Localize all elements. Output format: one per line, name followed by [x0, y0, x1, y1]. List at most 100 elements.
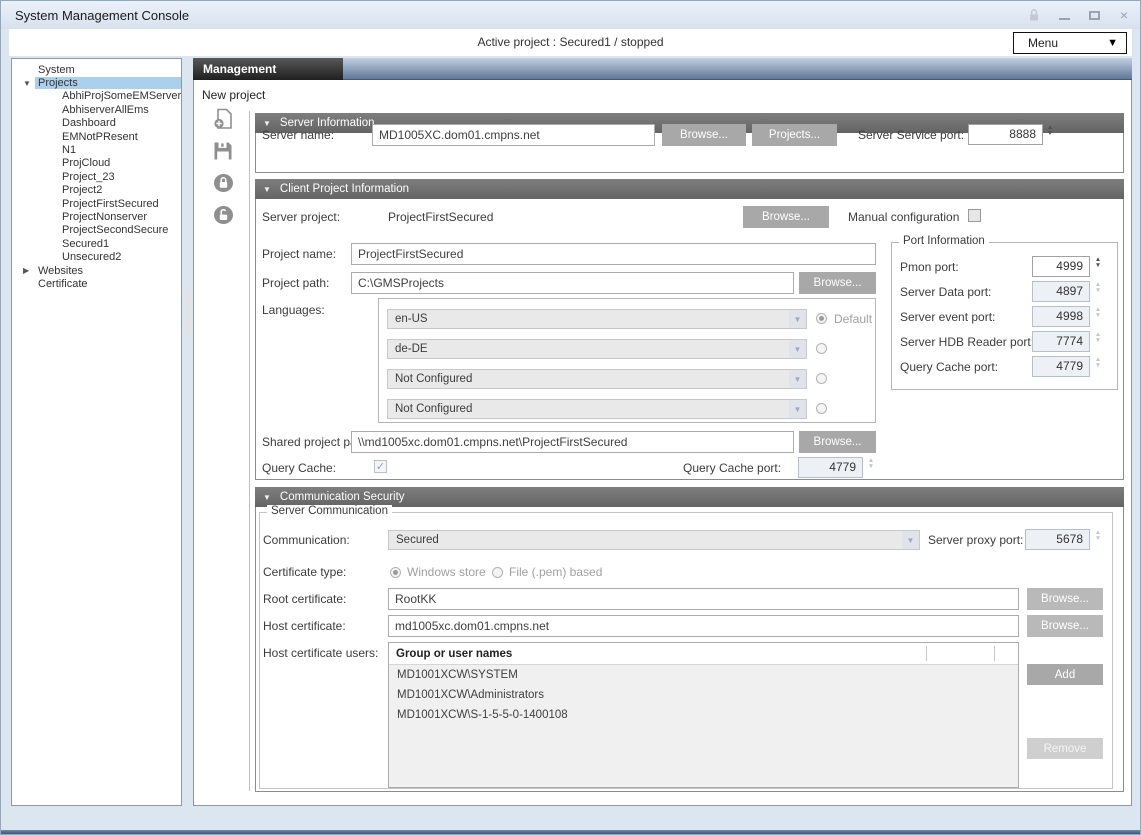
- menu-dropdown-label: Menu: [1028, 36, 1058, 50]
- remove-user-button[interactable]: Remove: [1027, 738, 1103, 759]
- page-title: New project: [202, 88, 265, 102]
- manual-config-checkbox[interactable]: [968, 209, 981, 222]
- tree-item-project[interactable]: Secured1: [12, 237, 181, 250]
- tree-item-project[interactable]: Unsecured2: [12, 250, 181, 263]
- default-language-radio-1[interactable]: [816, 313, 827, 324]
- save-icon[interactable]: [212, 140, 234, 162]
- server-event-port-arrows: ▲▼: [1093, 307, 1103, 318]
- user-list-item[interactable]: MD1001XCW\S-1-5-5-0-1400108: [389, 705, 1018, 725]
- shared-path-browse-button[interactable]: Browse...: [799, 431, 876, 453]
- host-cert-users-label: Host certificate users:: [263, 646, 378, 660]
- tree-item-project[interactable]: Dashboard: [12, 117, 181, 130]
- add-user-button[interactable]: Add: [1027, 664, 1103, 685]
- user-list-item[interactable]: MD1001XCW\Administrators: [389, 685, 1018, 705]
- tree-item-project[interactable]: EMNotPResent: [12, 130, 181, 143]
- server-browse-button[interactable]: Browse...: [662, 124, 746, 146]
- service-port-arrows[interactable]: ▲▼: [1045, 125, 1055, 136]
- dropdown-arrow-icon[interactable]: ▼: [789, 400, 806, 418]
- dropdown-arrow-icon[interactable]: ▼: [789, 340, 806, 358]
- communication-label: Communication:: [263, 533, 350, 547]
- tree-item-websites[interactable]: ▶Websites: [12, 264, 181, 277]
- tree-item-system[interactable]: System: [12, 63, 181, 76]
- query-cache-port-row-spinner: 4779: [798, 457, 863, 478]
- splitter-grip-handle[interactable]: [185, 290, 190, 334]
- tree-item-project[interactable]: Project2: [12, 184, 181, 197]
- unlock-icon[interactable]: [212, 204, 234, 226]
- port-information-title: Port Information: [899, 235, 989, 247]
- query-cache-port-spinner: 4779: [1032, 356, 1090, 377]
- communication-security-header[interactable]: ▼ Communication Security: [255, 487, 1124, 507]
- language-dropdown-2[interactable]: de-DE ▼: [387, 339, 807, 359]
- host-certificate-input[interactable]: [388, 615, 1019, 637]
- navigation-tree: System ▼Projects AbhiProjSomeEMServer Ab…: [11, 58, 182, 806]
- tree-item-projects[interactable]: ▼Projects: [12, 76, 181, 89]
- root-certificate-input[interactable]: [388, 588, 1019, 610]
- panel-splitter[interactable]: [184, 58, 191, 806]
- communication-dropdown[interactable]: Secured ▼: [388, 530, 920, 550]
- server-event-port-spinner: 4998: [1032, 306, 1090, 327]
- tree-item-project[interactable]: ProjCloud: [12, 157, 181, 170]
- column-separator: [926, 646, 927, 661]
- tree-item-project[interactable]: AbhiserverAllEms: [12, 103, 181, 116]
- language-dropdown-3[interactable]: Not Configured ▼: [387, 369, 807, 389]
- default-language-radio-4[interactable]: [816, 403, 827, 414]
- project-path-browse-button[interactable]: Browse...: [799, 272, 876, 294]
- expander-expanded-icon[interactable]: ▼: [23, 79, 35, 88]
- server-communication-groupbox: Server Communication Communication: Secu…: [259, 512, 1113, 789]
- projects-button[interactable]: Projects...: [752, 124, 837, 146]
- query-cache-port-label: Query Cache port:: [900, 360, 998, 374]
- languages-groupbox: en-US ▼ Default de-DE ▼ Not Configured ▼…: [378, 298, 876, 423]
- dropdown-arrow-icon[interactable]: ▼: [902, 531, 919, 549]
- port-information-groupbox: Port Information Pmon port: 4999 ▲▼ Serv…: [891, 242, 1118, 390]
- dropdown-arrow-icon[interactable]: ▼: [789, 370, 806, 388]
- dropdown-arrow-icon[interactable]: ▼: [789, 310, 806, 328]
- menu-dropdown[interactable]: Menu ▼: [1013, 32, 1127, 54]
- pmon-port-spinner[interactable]: 4999: [1032, 256, 1090, 277]
- collapse-icon: ▼: [263, 493, 271, 502]
- windows-store-radio[interactable]: [390, 567, 401, 578]
- tree-item-project[interactable]: Project_23: [12, 170, 181, 183]
- tree-item-project[interactable]: ProjectFirstSecured: [12, 197, 181, 210]
- language-dropdown-4[interactable]: Not Configured ▼: [387, 399, 807, 419]
- minimize-button[interactable]: [1056, 7, 1072, 23]
- server-data-port-arrows: ▲▼: [1093, 282, 1103, 293]
- shared-path-input[interactable]: [351, 431, 794, 453]
- hdb-reader-port-label: Server HDB Reader port:: [900, 335, 1034, 349]
- default-language-radio-3[interactable]: [816, 373, 827, 384]
- certificate-type-label: Certificate type:: [263, 565, 346, 579]
- section-communication-security: ▼ Communication Security Server Communic…: [255, 487, 1124, 792]
- management-content: New project ▼ Server Information Server: [193, 80, 1132, 806]
- root-certificate-label: Root certificate:: [263, 592, 346, 606]
- titlebar-lock-icon: [1026, 7, 1042, 23]
- side-toolbar: [205, 108, 241, 226]
- tree-item-project[interactable]: ProjectNonserver: [12, 210, 181, 223]
- new-project-icon[interactable]: [212, 108, 234, 130]
- close-button[interactable]: ×: [1116, 7, 1132, 23]
- server-data-port-label: Server Data port:: [900, 285, 991, 299]
- tree-item-certificate[interactable]: Certificate: [12, 277, 181, 290]
- default-radio-label: Default: [834, 312, 872, 326]
- default-language-radio-2[interactable]: [816, 343, 827, 354]
- host-certificate-browse-button[interactable]: Browse...: [1027, 615, 1103, 637]
- tree-item-project[interactable]: ProjectSecondSecure: [12, 224, 181, 237]
- user-list-item[interactable]: MD1001XCW\SYSTEM: [389, 665, 1018, 685]
- server-name-input[interactable]: [372, 124, 655, 146]
- root-certificate-browse-button[interactable]: Browse...: [1027, 588, 1103, 610]
- expander-collapsed-icon[interactable]: ▶: [23, 266, 35, 275]
- pem-file-radio[interactable]: [492, 567, 503, 578]
- query-cache-port-row-arrows: ▲▼: [866, 458, 876, 469]
- lock-icon[interactable]: [212, 172, 234, 194]
- service-port-spinner[interactable]: 8888: [968, 124, 1043, 145]
- project-name-input[interactable]: [351, 243, 876, 265]
- pem-file-label: File (.pem) based: [509, 565, 602, 579]
- project-path-input[interactable]: [351, 272, 794, 294]
- pmon-port-arrows[interactable]: ▲▼: [1093, 257, 1103, 268]
- language-dropdown-1[interactable]: en-US ▼: [387, 309, 807, 329]
- tree-item-project[interactable]: N1: [12, 143, 181, 156]
- maximize-button[interactable]: [1086, 7, 1102, 23]
- tree-item-project[interactable]: AbhiProjSomeEMServer: [12, 90, 181, 103]
- proxy-port-arrows: ▲▼: [1093, 530, 1103, 541]
- server-project-browse-button[interactable]: Browse...: [743, 206, 829, 228]
- client-project-header[interactable]: ▼ Client Project Information: [255, 179, 1124, 199]
- tab-management[interactable]: Management: [193, 58, 343, 80]
